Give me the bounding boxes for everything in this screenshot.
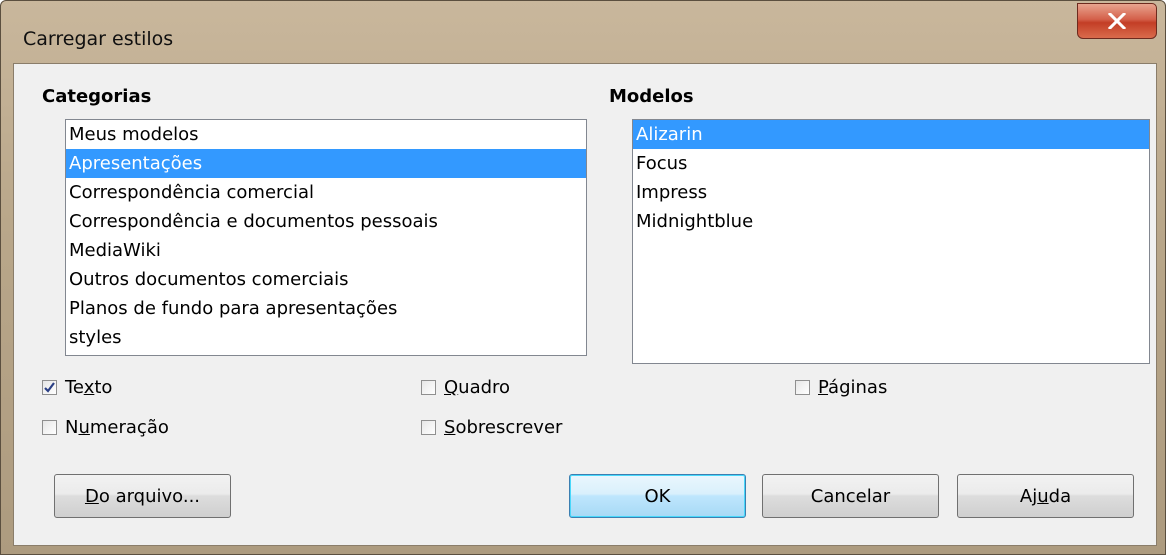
help-button[interactable]: Ajuda [957,474,1134,518]
categories-listbox[interactable]: Meus modelos Apresentações Correspondência… [65,119,587,356]
cancel-button[interactable]: Cancelar [762,474,939,518]
pages-checkbox[interactable] [795,380,810,395]
pages-option[interactable]: Páginas [795,377,887,398]
frame-option[interactable]: Quadro [421,377,510,398]
text-checkbox[interactable] [42,380,57,395]
close-button[interactable] [1077,3,1157,39]
overwrite-checkbox[interactable] [421,420,436,435]
overwrite-option[interactable]: Sobrescrever [421,417,562,438]
ok-button[interactable]: OK [569,474,746,518]
category-list-item[interactable]: Planos de fundo para apresentações [66,294,586,323]
category-list-item[interactable]: MediaWiki [66,236,586,265]
frame-option-label: Quadro [444,377,511,398]
checkmark-icon [44,382,55,393]
title-bar[interactable]: Carregar estilos [1,1,1165,63]
template-list-item[interactable]: Impress [633,178,1149,207]
frame-checkbox[interactable] [421,380,436,395]
templates-listbox[interactable]: Alizarin Focus Impress Midnightblue [632,119,1150,364]
pages-option-label: Páginas [818,377,888,398]
text-option[interactable]: Texto [42,377,112,398]
dialog-window: Carregar estilos Categorias Meus modelos… [0,0,1166,555]
category-list-item[interactable]: Apresentações [66,149,586,178]
numbering-option[interactable]: Numeração [42,417,169,438]
category-list-item[interactable]: styles [66,323,586,352]
categories-heading: Categorias [42,86,152,107]
close-icon [1108,13,1126,29]
help-label: Ajuda [1019,485,1072,507]
template-list-item[interactable]: Alizarin [633,120,1149,149]
overwrite-option-label: Sobrescrever [444,417,563,438]
category-list-item[interactable]: Correspondência comercial [66,178,586,207]
from-file-button[interactable]: Do arquivo... [54,474,231,518]
numbering-checkbox[interactable] [42,420,57,435]
category-list-item[interactable]: Outros documentos comerciais [66,265,586,294]
cancel-label: Cancelar [810,485,891,507]
template-list-item[interactable]: Focus [633,149,1149,178]
ok-label: OK [644,485,671,507]
dialog-body: Categorias Meus modelos Apresentações Corr… [13,63,1157,546]
from-file-label: Do arquivo... [84,485,201,507]
numbering-option-label: Numeração [65,417,169,438]
window-title: Carregar estilos [23,28,174,50]
template-list-item[interactable]: Midnightblue [633,207,1149,236]
category-list-item[interactable]: Correspondência e documentos pessoais [66,207,586,236]
text-option-label: Texto [65,377,113,398]
category-list-item[interactable]: Meus modelos [66,120,586,149]
templates-heading: Modelos [609,86,694,107]
